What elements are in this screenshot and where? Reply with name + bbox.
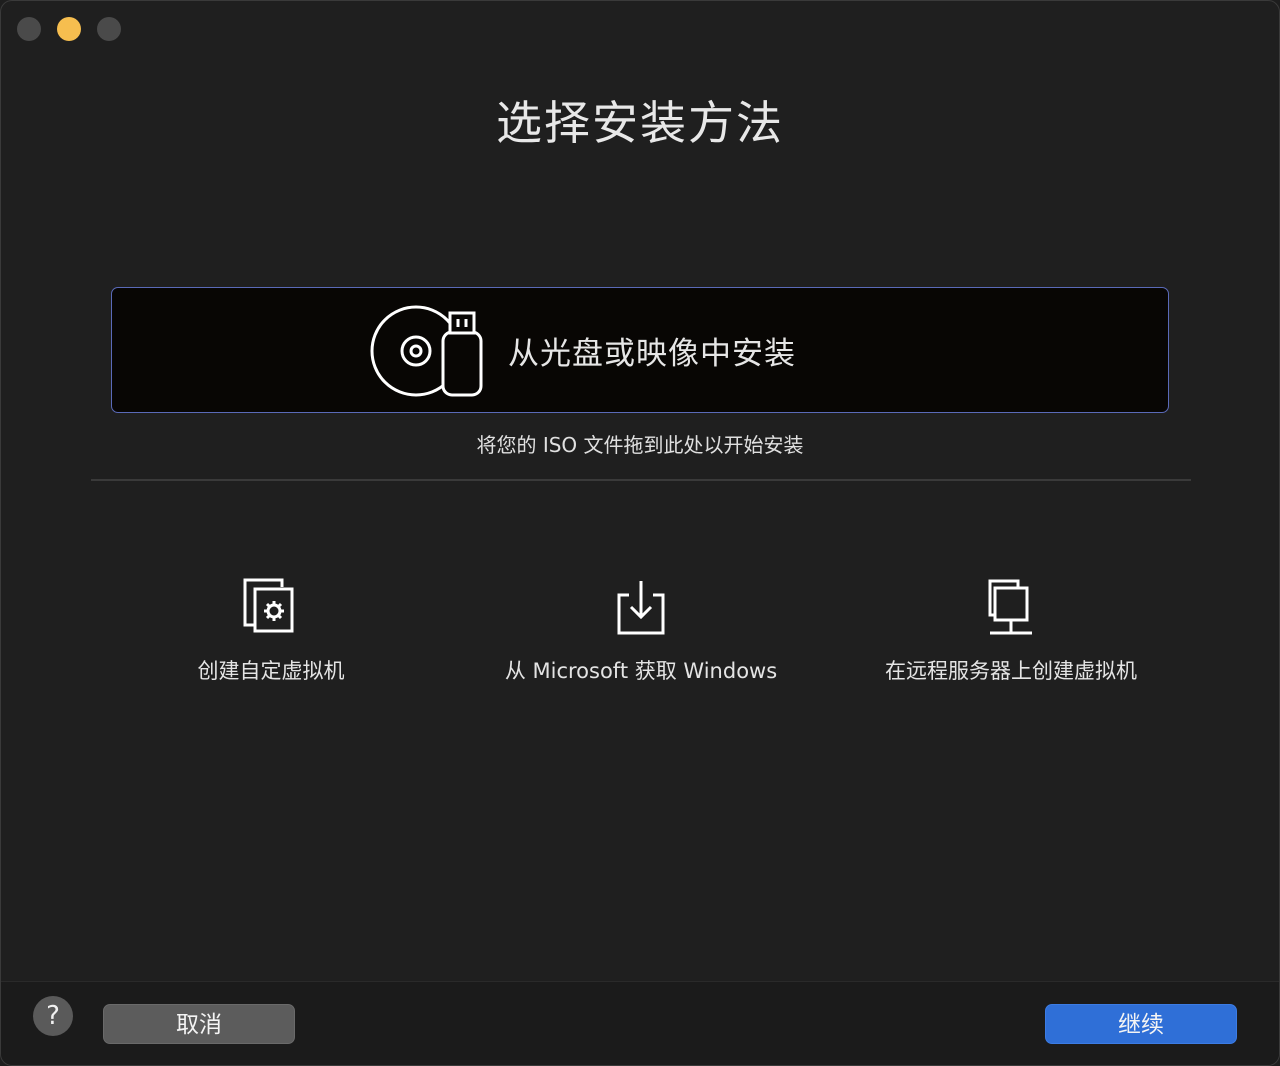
get-windows-label: 从 Microsoft 获取 Windows xyxy=(504,659,778,683)
minimize-window-button[interactable] xyxy=(57,17,81,41)
help-button[interactable]: ? xyxy=(33,996,73,1036)
installer-window: 选择安装方法 从光盘或映像中安装 将您的 ISO 文件拖到此处以开始安装 创建自… xyxy=(0,0,1280,1066)
continue-button[interactable]: 继续 xyxy=(1045,1004,1237,1044)
remote-server-icon xyxy=(988,579,1032,635)
create-custom-vm-option[interactable]: 创建自定虚拟机 xyxy=(151,571,391,691)
drag-iso-hint: 将您的 ISO 文件拖到此处以开始安装 xyxy=(476,433,804,457)
install-from-disc-option[interactable]: 从光盘或映像中安装 xyxy=(111,287,1169,413)
install-from-disc-label: 从光盘或映像中安装 xyxy=(508,336,796,372)
download-icon xyxy=(617,581,665,635)
remote-server-vm-option[interactable]: 在远程服务器上创建虚拟机 xyxy=(861,571,1161,691)
get-windows-option[interactable]: 从 Microsoft 获取 Windows xyxy=(481,571,801,691)
remote-server-vm-label: 在远程服务器上创建虚拟机 xyxy=(885,659,1137,683)
close-window-button[interactable] xyxy=(17,17,41,41)
zoom-window-button[interactable] xyxy=(97,17,121,41)
cancel-button[interactable]: 取消 xyxy=(103,1004,295,1044)
footer-bar: ? 取消 继续 xyxy=(1,981,1279,1065)
section-divider xyxy=(91,479,1191,481)
page-title: 选择安装方法 xyxy=(496,96,784,150)
create-custom-vm-label: 创建自定虚拟机 xyxy=(197,659,345,683)
disc-usb-icon xyxy=(370,305,483,397)
custom-vm-icon xyxy=(243,578,294,633)
